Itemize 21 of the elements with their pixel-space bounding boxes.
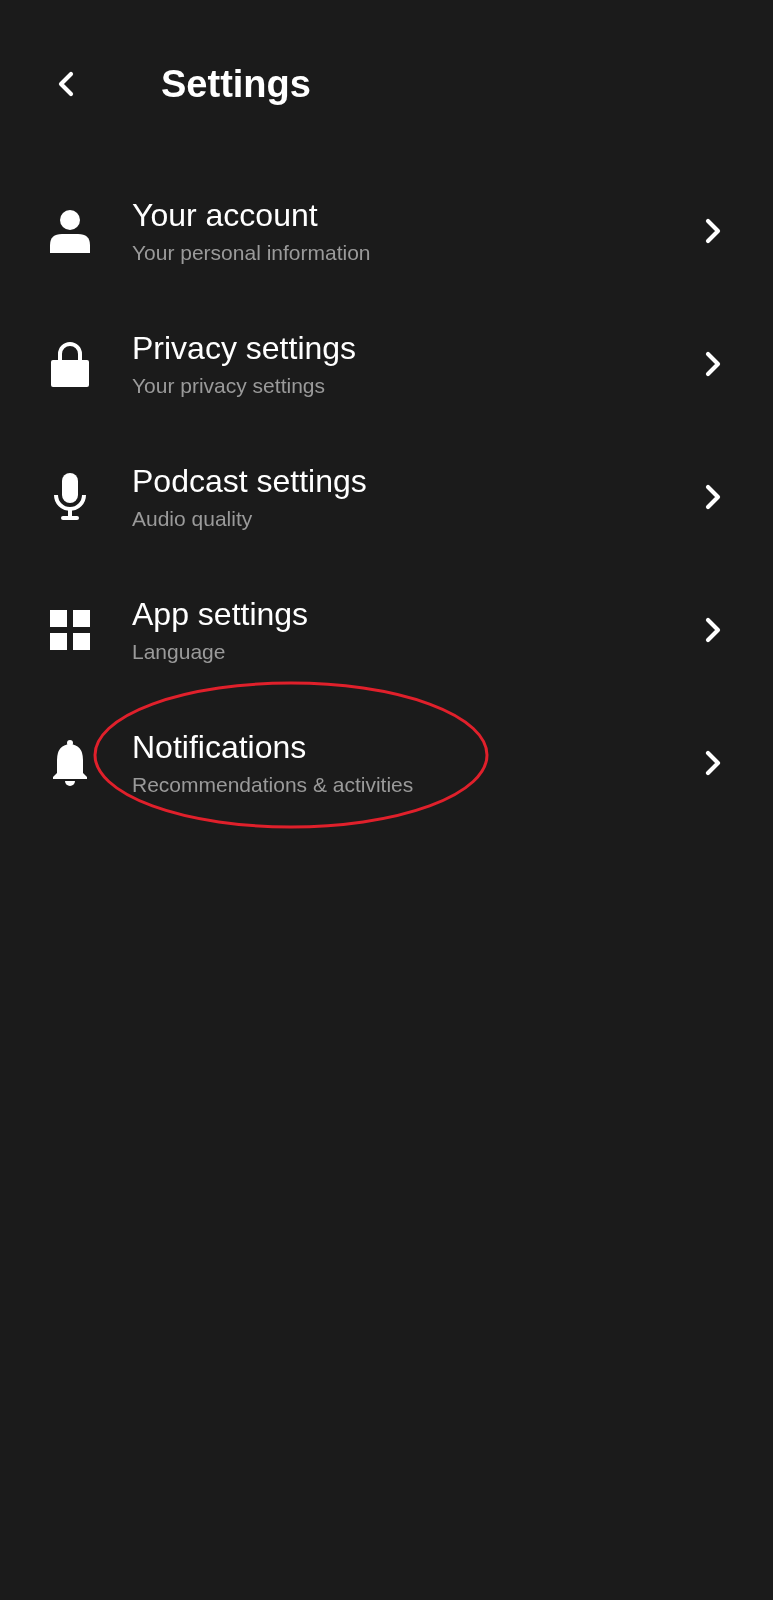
item-subtitle: Your privacy settings: [132, 372, 326, 399]
item-subtitle: Your personal information: [132, 239, 372, 266]
grid-icon: [50, 609, 90, 650]
lock-icon: [51, 340, 89, 387]
item-title: App settings: [132, 594, 310, 634]
settings-item[interactable]: App settings Language: [0, 573, 773, 706]
item-title: Notifications: [132, 727, 308, 767]
microphone-icon: [53, 472, 87, 521]
item-subtitle: Audio quality: [132, 505, 254, 532]
item-title: Your account: [132, 195, 319, 235]
settings-item[interactable]: Your account Your personal information: [0, 174, 773, 307]
person-icon: [50, 208, 90, 253]
bell-icon: [52, 739, 88, 786]
item-title: Privacy settings: [132, 328, 358, 368]
settings-item[interactable]: Privacy settings Your privacy settings: [0, 307, 773, 440]
settings-item[interactable]: Notifications Recommendations & activities: [0, 706, 773, 839]
item-title: Podcast settings: [132, 461, 368, 501]
page-title: Settings: [161, 61, 311, 107]
item-subtitle: Recommendations & activities: [132, 771, 415, 798]
item-subtitle: Language: [132, 638, 227, 665]
settings-item[interactable]: Podcast settings Audio quality: [0, 440, 773, 573]
